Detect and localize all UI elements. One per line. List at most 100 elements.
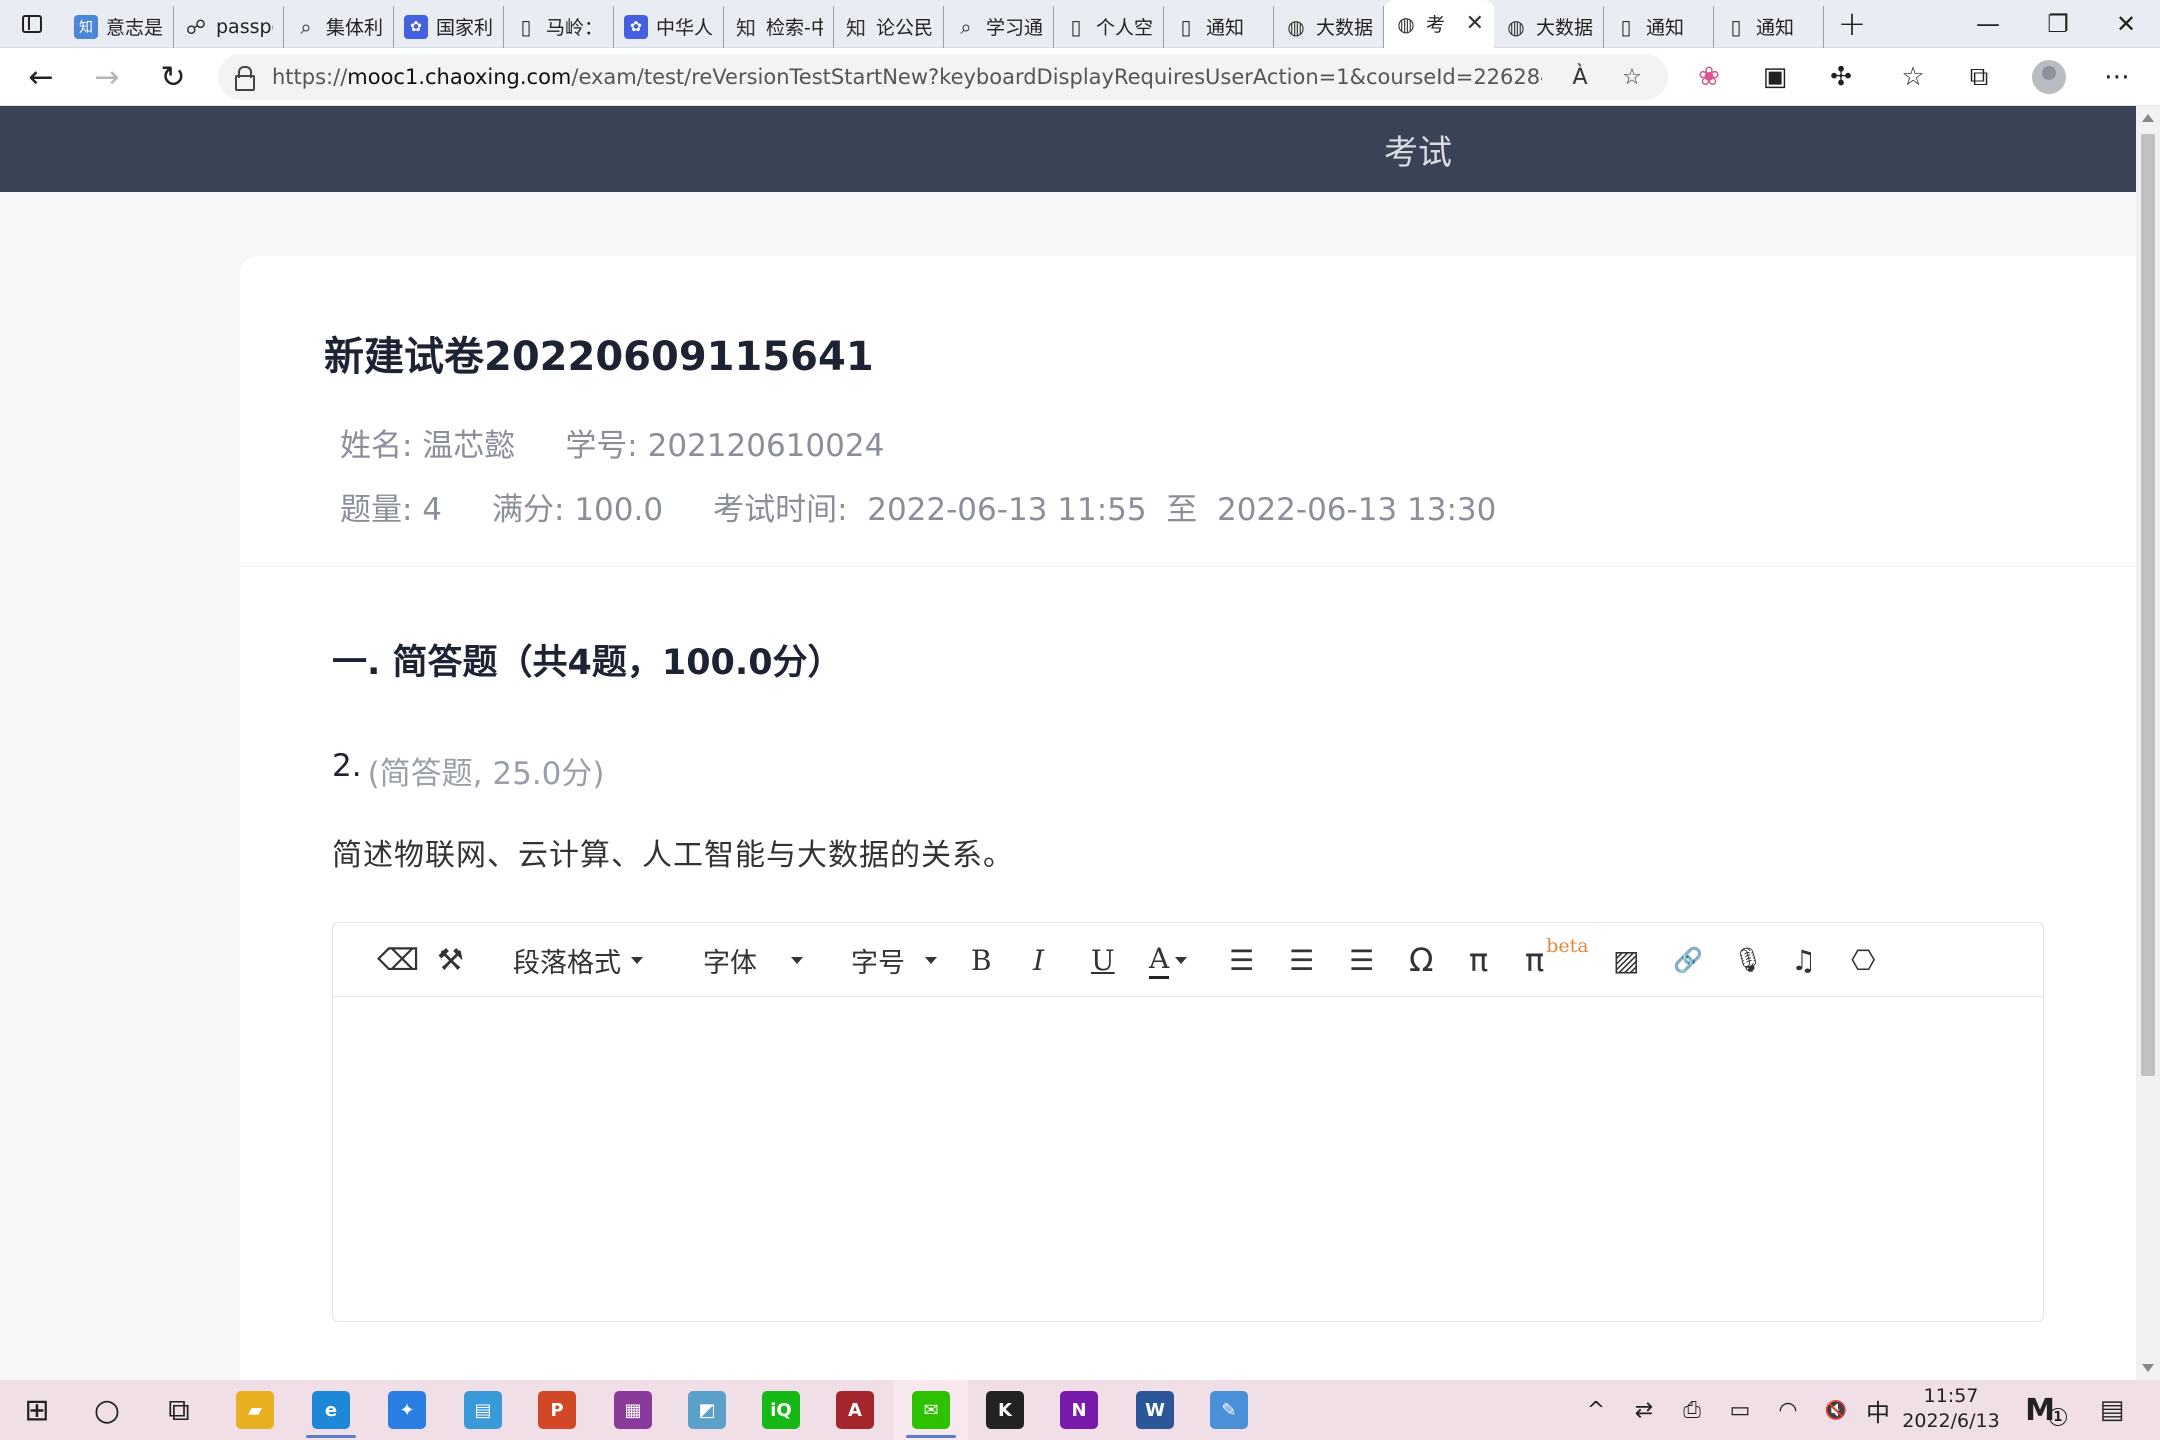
new-tab-button[interactable]: + [1824, 0, 1880, 48]
eraser-icon[interactable]: ⌫ [377, 937, 419, 983]
extension-icon[interactable]: ❀ [1688, 56, 1730, 98]
taskbar-task-view[interactable]: ⧉ [142, 1380, 216, 1440]
tab-actions-menu-button[interactable] [0, 0, 64, 48]
browser-tab[interactable]: ▯ 通知 [1604, 5, 1714, 48]
exam-card: 新建试卷20220609115641 姓名: 温芯懿 学号: 202120610… [240, 256, 2136, 1380]
page-scrollbar[interactable] [2136, 106, 2160, 1380]
wifi-icon[interactable]: ◠ [1768, 1380, 1808, 1440]
browser-tab[interactable]: ▯ 马岭： [504, 5, 614, 48]
browser-tab[interactable]: 知论公民 [834, 5, 944, 48]
extension-dark-icon[interactable]: ▣ [1754, 56, 1796, 98]
scroll-thumb[interactable] [2141, 134, 2155, 1076]
taskbar-word[interactable]: W [1118, 1380, 1192, 1440]
taskbar-app-paper[interactable]: ◩ [670, 1380, 744, 1440]
font-size-dropdown[interactable]: 字号 [851, 937, 937, 983]
formula-button[interactable]: π [1469, 937, 1488, 983]
taskbar-winrar[interactable]: ▦ [596, 1380, 670, 1440]
link-icon[interactable]: 🔗 [1673, 937, 1703, 983]
taskbar-iqiyi[interactable]: iQ [744, 1380, 818, 1440]
address-bar[interactable]: https://mooc1.chaoxing.com/exam/test/reV… [218, 54, 1668, 100]
browser-tab[interactable]: ◍ 考 ✕ [1384, 0, 1494, 48]
browser-tab[interactable]: ✿ 国家利 [394, 5, 504, 48]
formula-beta-button[interactable]: π beta [1525, 935, 1589, 983]
font-label: 字体 [703, 947, 757, 979]
taskbar-edge[interactable]: e [294, 1380, 368, 1440]
app-blue-icon: ✦ [388, 1391, 426, 1429]
italic-button[interactable]: I [1033, 937, 1044, 983]
tab-actions-icon [22, 14, 42, 33]
tray-app-icon[interactable]: ⎙ [1672, 1380, 1712, 1440]
tab-favicon-icon: ⌕ [960, 14, 972, 39]
taskbar-clock[interactable]: 11:57 2022/6/13 [1896, 1384, 2006, 1434]
restore-button[interactable]: ❐ [2024, 0, 2092, 48]
taskbar-access[interactable]: A [818, 1380, 892, 1440]
collections-icon[interactable]: ⧉ [1958, 56, 2000, 98]
align-right-icon[interactable]: ☰ [1349, 937, 1374, 983]
lock-icon[interactable] [234, 66, 256, 91]
taskbar-powerpoint[interactable]: P [520, 1380, 594, 1440]
font-color-icon: A [1149, 942, 1170, 979]
favorites-icon[interactable]: ☆ [1892, 56, 1934, 98]
taskbar-onenote[interactable]: N [1042, 1380, 1116, 1440]
align-left-icon[interactable]: ☰ [1229, 937, 1254, 983]
browser-tab[interactable]: 知检索-中 [724, 5, 834, 48]
underline-button[interactable]: U [1091, 937, 1115, 983]
add-favorite-icon[interactable]: ☆ [1616, 61, 1648, 93]
minimize-button[interactable]: — [1954, 0, 2022, 48]
taskbar-app-blue[interactable]: ✦ [370, 1380, 444, 1440]
music-icon[interactable]: ♫ [1791, 937, 1816, 983]
special-char-button[interactable]: Ω [1409, 937, 1433, 983]
browser-tab[interactable]: ▯ 通知 [1714, 5, 1824, 48]
volume-muted-icon[interactable]: 🔇 [1816, 1380, 1856, 1440]
question-count: 题量: 4 [340, 492, 443, 528]
taskbar-paint[interactable]: ✎ [1192, 1380, 1266, 1440]
read-aloud-icon[interactable]: À [1564, 61, 1596, 93]
battery-icon[interactable]: ▭ [1720, 1380, 1760, 1440]
camera-icon[interactable]: ⎔ [1851, 937, 1875, 983]
browser-tab[interactable]: ▯ 通知 [1164, 5, 1274, 48]
taskbar-app-dark[interactable]: K [968, 1380, 1042, 1440]
font-dropdown[interactable]: 字体 [703, 937, 803, 983]
answer-text-area[interactable] [333, 999, 2043, 1321]
profile-avatar[interactable] [2032, 60, 2066, 94]
action-center-icon[interactable]: ▤ [2092, 1380, 2132, 1440]
app-paper-icon: ◩ [688, 1391, 726, 1429]
taskbar-app-window[interactable]: ▤ [446, 1380, 520, 1440]
url-host: mooc1.chaoxing.com [347, 65, 572, 89]
tab-close-icon[interactable]: ✕ [1466, 11, 1484, 36]
browser-tab[interactable]: ◍ 大数据 [1274, 5, 1384, 48]
image-icon[interactable]: ▨ [1613, 937, 1639, 983]
back-button[interactable]: ← [8, 48, 74, 106]
access-icon: A [836, 1391, 874, 1429]
url-text[interactable]: https://mooc1.chaoxing.com/exam/test/reV… [272, 65, 1542, 89]
reload-button[interactable]: ↻ [140, 48, 206, 106]
tray-overflow-icon[interactable]: ^ [1576, 1380, 1616, 1440]
taskbar-wechat[interactable]: ✉ [894, 1380, 968, 1440]
browser-tab[interactable]: ⌕ 学习通 [944, 5, 1054, 48]
taskbar-start[interactable]: ⊞ [0, 1380, 74, 1440]
taskbar-file-explorer[interactable]: ▰ [218, 1380, 292, 1440]
browser-tab[interactable]: ⌕ 集体利 [284, 5, 394, 48]
format-painter-icon[interactable]: ⚒ [437, 937, 464, 983]
tray-sync-icon[interactable]: ⇄ [1624, 1380, 1664, 1440]
ime-indicator[interactable]: 中 [1858, 1380, 1898, 1440]
scroll-down-icon[interactable] [2142, 1364, 2154, 1372]
app-m-icon[interactable]: M1 [2024, 1380, 2068, 1440]
bold-button[interactable]: B [971, 937, 992, 983]
editor-toolbar: ⌫ ⚒ 段落格式 字体 字号 B I U A ☰ ☰ ☰ Ω π π beta ▨… [333, 923, 2043, 997]
close-window-button[interactable]: ✕ [2092, 0, 2160, 48]
align-center-icon[interactable]: ☰ [1289, 937, 1314, 983]
extensions-puzzle-icon[interactable]: ✣ [1820, 56, 1862, 98]
paragraph-format-dropdown[interactable]: 段落格式 [513, 937, 643, 983]
taskbar-search[interactable]: ○ [70, 1380, 144, 1440]
browser-tab[interactable]: ▯ 个人空 [1054, 5, 1164, 48]
browser-tab[interactable]: ☍ passpo [174, 5, 284, 48]
more-menu-icon[interactable]: ⋯ [2096, 56, 2138, 98]
microphone-icon[interactable]: 🎙 [1733, 937, 1763, 983]
browser-tab[interactable]: ✿ 中华人 [614, 5, 724, 48]
scroll-up-icon[interactable] [2142, 114, 2154, 122]
browser-tab[interactable]: ◍ 大数据 [1494, 5, 1604, 48]
browser-tab[interactable]: 知意志是 [64, 5, 174, 48]
font-color-button[interactable]: A [1149, 937, 1188, 983]
forward-button[interactable]: → [74, 48, 140, 106]
